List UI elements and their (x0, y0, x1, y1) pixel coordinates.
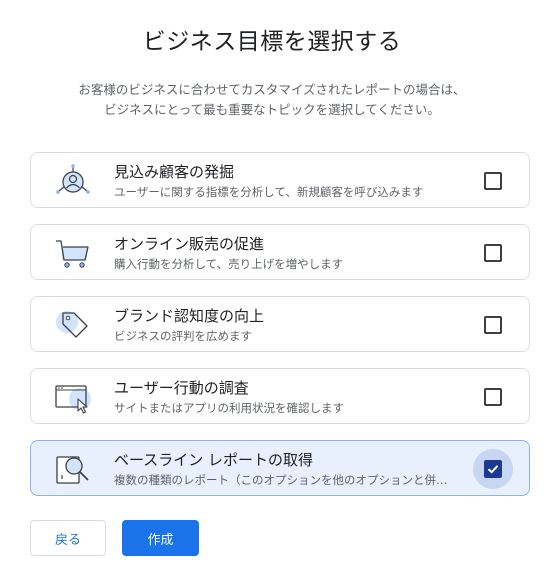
subtitle-line-1: お客様のビジネスに合わせてカスタマイズされたレポートの場合は、 (78, 82, 466, 97)
option-description: 複数の種類のレポート（このオプションを他のオプションと併… (114, 473, 448, 487)
option-title: ベースライン レポートの取得 (114, 451, 314, 469)
option-description: サイトまたはアプリの利用状況を確認します (114, 401, 344, 415)
subtitle-line-2: ビジネスにとって最も重要なトピックを選択してください。 (104, 102, 440, 117)
option-title: 見込み顧客の発掘 (114, 163, 235, 181)
option-checkbox[interactable] (484, 172, 502, 190)
browser-cursor-icon (53, 379, 93, 415)
checkmark-icon (487, 465, 499, 474)
option-user-behavior[interactable]: ユーザー行動の調査 サイトまたはアプリの利用状況を確認します (30, 368, 530, 424)
option-brand-awareness[interactable]: ブランド認知度の向上 ビジネスの評判を広めます (30, 296, 530, 352)
magnifier-report-icon (53, 451, 93, 487)
option-online-sales[interactable]: オンライン販売の促進 購入行動を分析して、売り上げを増やします (30, 224, 530, 280)
back-button[interactable]: 戻る (30, 520, 106, 556)
option-description: 購入行動を分析して、売り上げを増やします (114, 257, 344, 271)
option-checkbox[interactable] (484, 316, 502, 334)
option-title: ユーザー行動の調査 (114, 379, 249, 397)
page-subtitle: お客様のビジネスに合わせてカスタマイズされたレポートの場合は、 ビジネスにとって… (40, 80, 504, 120)
option-checkbox[interactable] (484, 244, 502, 262)
option-description: ユーザーに関する指標を分析して、新規顧客を呼び込みます (114, 185, 424, 199)
shopping-cart-icon (53, 235, 93, 271)
page-title: ビジネス目標を選択する (142, 29, 402, 55)
tag-icon (53, 307, 93, 343)
option-title: ブランド認知度の向上 (114, 307, 265, 325)
objective-options: 見込み顧客の発掘 ユーザーに関する指標を分析して、新規顧客を呼び込みます オンラ… (30, 152, 530, 512)
option-lead-generation[interactable]: 見込み顧客の発掘 ユーザーに関する指標を分析して、新規顧客を呼び込みます (30, 152, 530, 208)
option-checkbox-checked[interactable] (484, 460, 502, 478)
create-button[interactable]: 作成 (122, 520, 199, 556)
lead-generation-icon (53, 163, 93, 199)
option-baseline-report[interactable]: ベースライン レポートの取得 複数の種類のレポート（このオプションを他のオプショ… (30, 440, 530, 496)
option-title: オンライン販売の促進 (114, 235, 265, 253)
option-description: ビジネスの評判を広めます (114, 329, 252, 343)
option-checkbox[interactable] (484, 388, 502, 406)
